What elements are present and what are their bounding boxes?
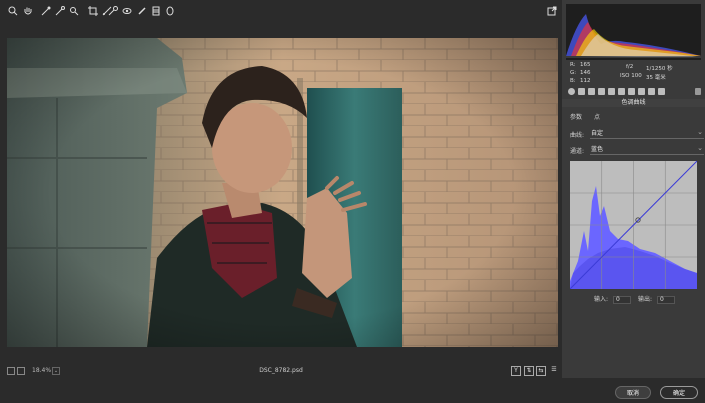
histogram [566,4,701,60]
shutter-speed: 1/1250 秒 [646,66,673,72]
right-panel: R: 165 G: 146 B: 112 f/2 1/1250 秒 ISO 10… [562,0,705,385]
channel-row: 通道: 蓝色 [570,143,704,155]
radial-filter-icon[interactable] [165,6,175,16]
curve-select[interactable]: 自定 [590,127,704,139]
tone-curve-icon[interactable] [578,88,585,95]
info-readout: R: 165 G: 146 B: 112 f/2 1/1250 秒 ISO 10… [570,62,673,84]
iso: ISO 100 [620,73,642,79]
output-label: 输出: [638,296,653,303]
target-adjust-icon[interactable] [69,6,79,16]
red-eye-icon[interactable] [122,6,132,16]
tab-parametric[interactable]: 参数 [570,114,582,121]
focal-length: 35 毫米 [646,75,666,81]
input-group: 输入: 0 [594,294,631,304]
photo-subject [7,38,558,347]
swap-view-icon[interactable]: ⇅ [524,366,534,376]
before-after-toggle[interactable]: Y [511,366,521,376]
snapshots-icon[interactable] [658,88,665,95]
open-preferences-icon[interactable] [547,6,557,16]
zoom-icon[interactable] [8,6,18,16]
hand-icon[interactable] [23,6,33,16]
g-value: 146 [580,70,591,76]
file-name: DSC_8782.psd [259,367,303,374]
panel-menu-icon[interactable] [695,88,701,95]
color-sampler-icon[interactable] [55,6,65,16]
channel-select[interactable]: 蓝色 [590,143,704,155]
adjustment-brush-icon[interactable] [137,6,147,16]
status-bar: 18.4% ⌄ DSC_8782.psd Y ⇅ ⇆ ☰ [0,364,562,378]
tab-point[interactable]: 点 [594,114,600,121]
image-preview[interactable] [7,38,558,347]
panel-tabs [566,88,702,98]
toolbar [0,0,562,22]
detail-icon[interactable] [588,88,595,95]
menu-icon[interactable]: ☰ [549,366,559,376]
effects-icon[interactable] [628,88,635,95]
panel-title: 色调曲线 [562,99,705,107]
input-label: 输入: [594,296,609,303]
curve-tabs: 参数 点 [570,112,610,121]
channel-label: 通道: [570,148,585,155]
output-field[interactable]: 0 [656,295,675,304]
output-group: 输出: 0 [638,294,675,304]
ok-button[interactable]: 确定 [660,386,698,399]
white-balance-icon[interactable] [41,6,51,16]
basic-icon[interactable] [568,88,575,95]
input-field[interactable]: 0 [612,295,631,304]
presets-icon[interactable] [648,88,655,95]
b-value: 112 [580,78,591,84]
spot-removal-icon[interactable] [108,6,118,16]
hsl-icon[interactable] [598,88,605,95]
crop-icon[interactable] [88,6,98,16]
bottom-bar [0,378,705,403]
aperture: f/2 [626,64,634,70]
graduated-filter-icon[interactable] [151,6,161,16]
r-value: 165 [580,62,591,68]
tone-curve-graph[interactable] [570,161,697,289]
cancel-button[interactable]: 取消 [615,386,651,399]
camera-calibration-icon[interactable] [638,88,645,95]
lens-icon[interactable] [618,88,625,95]
copy-view-icon[interactable]: ⇆ [536,366,546,376]
split-toning-icon[interactable] [608,88,615,95]
curve-row: 曲线: 自定 [570,127,704,139]
curve-label: 曲线: [570,132,585,139]
